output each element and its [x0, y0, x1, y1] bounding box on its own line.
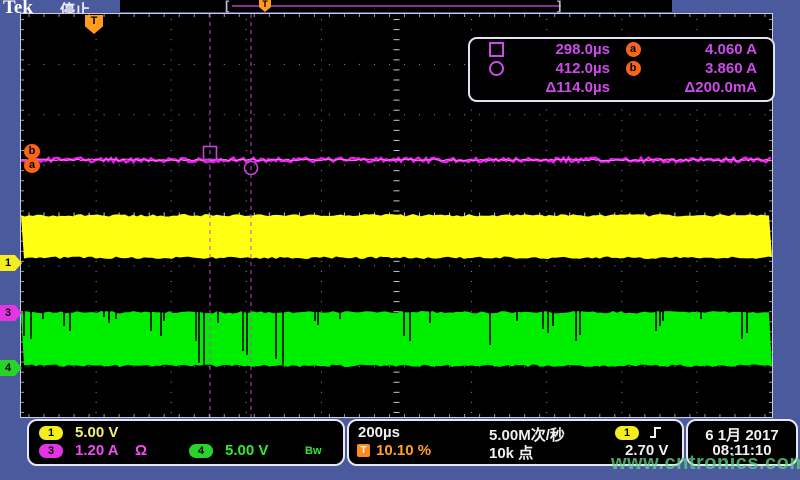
record-waveform-line [232, 5, 561, 7]
channel-4-badge[interactable]: 4 [189, 444, 213, 458]
record-window-bracket-left: [ [225, 0, 229, 13]
oscilloscope-screen: Tek 停止 [ ] T T b a 1 3 4 298.0µs a 4.060… [0, 0, 800, 480]
source-a-badge: a [626, 42, 641, 57]
trigger-position-badge-icon: T [357, 444, 370, 457]
cursor-a-value: 4.060 A [656, 41, 767, 58]
cursor-b-value: 3.860 A [656, 60, 767, 77]
trigger-slope-rising-icon [648, 425, 663, 440]
channel-1-scale[interactable]: 5.00 V [75, 424, 118, 441]
channel-1-badge[interactable]: 1 [39, 426, 63, 440]
record-window-bracket-right: ] [557, 0, 561, 13]
source-b-badge: b [626, 61, 641, 76]
timebase-value[interactable]: 200µs [358, 424, 400, 441]
cursor-readout-panel: 298.0µs a 4.060 A 412.0µs b 3.860 A Δ114… [468, 37, 775, 102]
channel-4-scale[interactable]: 5.00 V [225, 442, 268, 459]
cursor-delta-time: Δ114.0µs [508, 79, 610, 96]
watermark: www.cntronics.com [611, 452, 800, 475]
cursor-2-time: 412.0µs [508, 60, 610, 77]
channel-4-ground-marker[interactable]: 4 [0, 360, 22, 376]
trigger-source-badge[interactable]: 1 [615, 426, 639, 440]
cursor-b-marker: b [24, 144, 40, 159]
cursor-1-square-icon [489, 42, 504, 57]
channel-3-scale[interactable]: 1.20 A [75, 442, 119, 459]
record-view-bar: [ ] T [120, 0, 672, 12]
record-trigger-marker-icon: T [259, 0, 271, 12]
channel-3-ground-marker[interactable]: 3 [0, 305, 22, 321]
channel-4-bandwidth-indicator: Bw [305, 445, 322, 457]
cursor-delta-value: Δ200.0mA [656, 79, 767, 96]
cursor-2-circle-icon [489, 61, 504, 76]
channel-3-impedance: Ω [135, 442, 147, 459]
channel-3-badge[interactable]: 3 [39, 444, 63, 458]
trigger-position-percent: 10.10 % [376, 442, 431, 459]
cursor-a-marker: a [24, 158, 40, 173]
record-length: 10k 点 [489, 442, 533, 463]
channel-1-ground-marker[interactable]: 1 [0, 255, 22, 271]
cursor-1-time: 298.0µs [508, 41, 610, 58]
channel-readout-panel[interactable]: 1 5.00 V 3 1.20 A Ω 4 5.00 V Bw [27, 419, 345, 466]
